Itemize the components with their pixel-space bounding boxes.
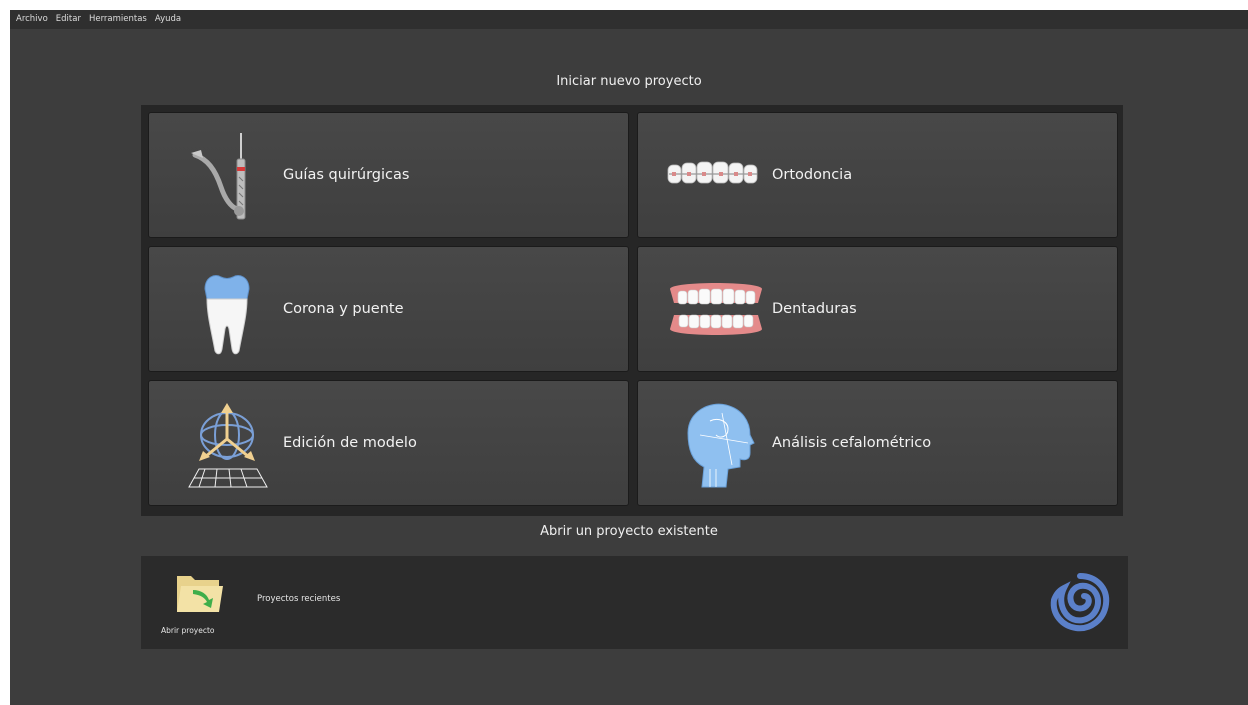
open-project-title: Abrir un proyecto existente [540, 524, 718, 539]
open-project-button[interactable]: Abrir proyecto [161, 566, 231, 642]
tile-dentures[interactable]: Dentaduras [637, 246, 1118, 372]
brand-logo-icon [1050, 573, 1110, 632]
menu-bar: Archivo Editar Herramientas Ayuda [10, 10, 1248, 29]
surgical-guide-icon [177, 125, 277, 225]
new-project-title: Iniciar nuevo proyecto [556, 74, 702, 89]
app-window: Archivo Editar Herramientas Ayuda Inicia… [10, 10, 1248, 705]
menu-editar[interactable]: Editar [52, 10, 85, 29]
tile-label: Guías quirúrgicas [283, 167, 410, 183]
braces-icon [666, 125, 766, 225]
tile-label: Edición de modelo [283, 435, 417, 451]
tile-label: Dentaduras [772, 301, 857, 317]
head-profile-icon [666, 393, 766, 493]
recent-projects-label[interactable]: Proyectos recientes [257, 594, 340, 604]
tile-cephalometric[interactable]: Análisis cefalométrico [637, 380, 1118, 506]
tile-orthodontics[interactable]: Ortodoncia [637, 112, 1118, 238]
tile-label: Análisis cefalométrico [772, 435, 932, 451]
model-edit-gizmo-icon [177, 393, 277, 493]
menu-ayuda[interactable]: Ayuda [151, 10, 185, 29]
tile-surgical-guides[interactable]: Guías quirúrgicas [148, 112, 629, 238]
new-project-panel: Guías quirúrgicas Ortodoncia Corona y pu… [141, 105, 1123, 516]
menu-archivo[interactable]: Archivo [10, 10, 52, 29]
open-project-label: Abrir proyecto [161, 626, 215, 635]
tile-label: Ortodoncia [772, 167, 853, 183]
folder-open-icon [177, 576, 223, 612]
tile-model-editing[interactable]: Edición de modelo [148, 380, 629, 506]
tooth-crown-icon [177, 259, 277, 359]
tile-label: Corona y puente [283, 301, 404, 317]
open-project-panel: Abrir proyecto Proyectos recientes [141, 556, 1128, 649]
menu-herramientas[interactable]: Herramientas [85, 10, 151, 29]
tile-crown-bridge[interactable]: Corona y puente [148, 246, 629, 372]
denture-icon [666, 259, 766, 359]
